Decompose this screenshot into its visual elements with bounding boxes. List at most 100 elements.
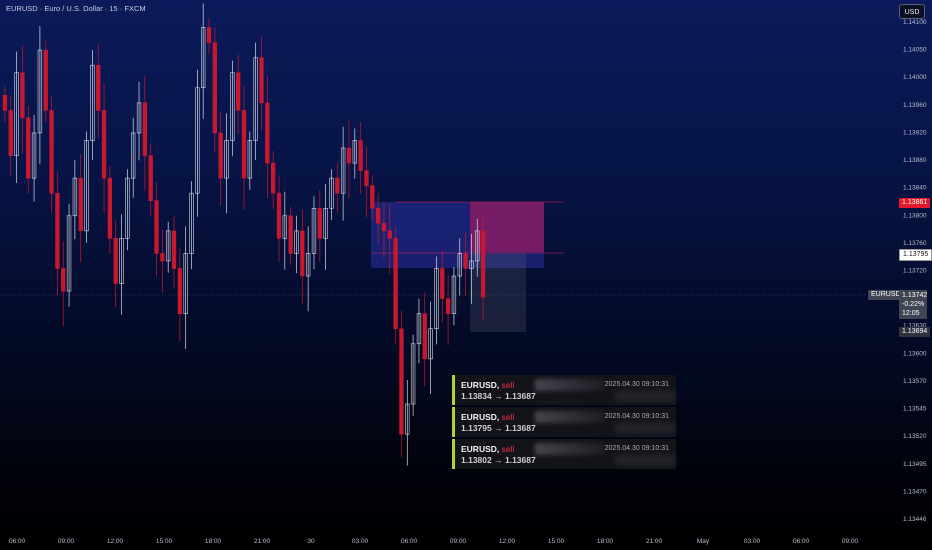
- candle-body: [440, 268, 445, 299]
- price-tick-label: 1.14050: [903, 47, 927, 54]
- candle-body: [20, 72, 25, 119]
- symbol-title[interactable]: EURUSD · Euro / U.S. Dollar · 15 · FXCM: [6, 4, 146, 13]
- price-axis: 1.14100 1.14050 1.14000 1.13960 1.13920 1.138…: [903, 19, 927, 523]
- time-tick-label: 09:00: [58, 538, 75, 545]
- candle-body: [288, 215, 293, 254]
- candle-body: [364, 170, 369, 186]
- alert-time: 2025.04.30 09:10:31: [604, 445, 669, 452]
- price-tick-label: 1.13600: [903, 350, 927, 357]
- candle-body: [236, 72, 241, 111]
- price-change: -0.22%: [902, 301, 925, 308]
- alert-side: sell: [501, 380, 515, 390]
- alert-arrow: →: [494, 423, 503, 433]
- high-price-tag: 1.13861: [899, 198, 931, 208]
- alert-title: EURUSD, sell: [461, 444, 514, 454]
- alert-to: 1.13687: [504, 455, 536, 465]
- alert-arrow: →: [494, 455, 503, 465]
- candle-body: [101, 110, 107, 179]
- time-tick-label: 12:00: [107, 538, 124, 545]
- time-tick-label: May: [697, 538, 710, 545]
- alert-time: 2025.04.30 09:10:31: [604, 413, 669, 420]
- candle-body: [387, 230, 392, 239]
- time-tick-label: 15:00: [156, 538, 173, 545]
- alert-symbol: EURUSD,: [461, 380, 500, 390]
- alert-to: 1.13687: [504, 423, 536, 433]
- alert-range: 1.13834 → 1.13687: [461, 391, 536, 401]
- time-tick-label: 06:00: [9, 538, 26, 545]
- chart-window: 1.14100 1.14050 1.14000 1.13960 1.13920 1.138…: [0, 0, 932, 550]
- price-tick-label: 1.13446: [903, 516, 927, 523]
- candle-body: [177, 268, 183, 314]
- candle-body: [335, 177, 340, 194]
- alert-item[interactable]: EURUSD, sell 2025.04.30 09:10:31 1.13795…: [452, 407, 676, 437]
- entry-price-tag: 1.13795: [899, 249, 932, 261]
- price-tick-label: 1.14000: [903, 74, 927, 81]
- alert-symbol: EURUSD,: [461, 444, 500, 454]
- candle-body: [445, 298, 451, 314]
- alert-title: EURUSD, sell: [461, 380, 514, 390]
- candle-body: [49, 110, 54, 194]
- candle-body: [399, 328, 404, 435]
- time-tick-label: 15:00: [548, 538, 565, 545]
- candle-body: [370, 185, 375, 209]
- time-tick-label: 06:00: [401, 538, 418, 545]
- price-tick-label: 1.13470: [903, 488, 927, 495]
- candle-body: [381, 223, 387, 232]
- candle-body: [218, 132, 223, 179]
- time-tick-label: 09:00: [450, 538, 467, 545]
- candle-body: [241, 110, 247, 179]
- time-tick-label: 03:00: [352, 538, 369, 545]
- candle-body: [160, 253, 165, 262]
- time-tick-label: 21:00: [646, 538, 663, 545]
- candle-body: [43, 49, 48, 111]
- candle-body: [276, 192, 282, 239]
- candle-body: [113, 238, 118, 284]
- price-tick-label: 1.13800: [903, 212, 927, 219]
- alert-side: sell: [501, 412, 515, 422]
- alert-item[interactable]: EURUSD, sell 2025.04.30 09:10:31 1.13834…: [452, 375, 676, 405]
- time-tick-label: 18:00: [597, 538, 614, 545]
- candle-body: [107, 177, 113, 239]
- time-axis: 06:00 09:00 12:00 15:00 18:00 21:00 30 03:00 06:…: [9, 538, 859, 545]
- price-tick-label: 1.13520: [903, 433, 927, 440]
- candle-body: [55, 192, 60, 269]
- candle-body: [96, 64, 101, 111]
- alert-time: 2025.04.30 09:10:31: [604, 381, 669, 388]
- candle-body: [463, 253, 468, 269]
- alert-arrow: →: [494, 391, 503, 401]
- time-tick-label: 06:00: [793, 538, 810, 545]
- alert-side: sell: [501, 444, 515, 454]
- alert-list: EURUSD, sell 2025.04.30 09:10:31 1.13834…: [452, 375, 676, 472]
- time-tick-label: 12:00: [499, 538, 516, 545]
- time-tick-label: 18:00: [205, 538, 222, 545]
- alert-range: 1.13802 → 1.13687: [461, 455, 536, 465]
- bar-countdown: 12:05: [902, 310, 920, 317]
- candle-body: [480, 230, 486, 298]
- candle-body: [358, 140, 363, 171]
- candle-body: [154, 200, 159, 254]
- price-tick-label: 1.13545: [903, 406, 927, 413]
- price-tick-label: 1.13570: [903, 378, 927, 385]
- candle-body: [270, 162, 276, 194]
- alert-item[interactable]: EURUSD, sell 2025.04.30 09:10:31 1.13802…: [452, 439, 676, 469]
- currency-button[interactable]: USD: [899, 4, 925, 19]
- alert-from: 1.13834: [461, 391, 492, 401]
- price-tick-label: 1.13720: [903, 268, 927, 275]
- candle-body: [206, 27, 212, 43]
- candle-body: [346, 147, 352, 164]
- projection-zone: [470, 252, 526, 332]
- alert-range: 1.13795 → 1.13687: [461, 423, 536, 433]
- alert-from: 1.13795: [461, 423, 492, 433]
- candle-body: [317, 207, 322, 239]
- candle-body: [78, 177, 83, 232]
- candle-body: [393, 238, 398, 330]
- candle-body: [148, 155, 153, 202]
- price-tick-label: 1.13960: [903, 102, 927, 109]
- candle-body: [212, 42, 218, 134]
- candle-body: [8, 110, 13, 156]
- price-tick-label: 1.13920: [903, 129, 927, 136]
- time-tick-label: 30: [307, 538, 315, 545]
- price-tick-label: 1.13840: [903, 185, 927, 192]
- last-price-tag: 1.13742 -0.22% 12:05: [899, 290, 927, 319]
- candle-body: [265, 102, 270, 164]
